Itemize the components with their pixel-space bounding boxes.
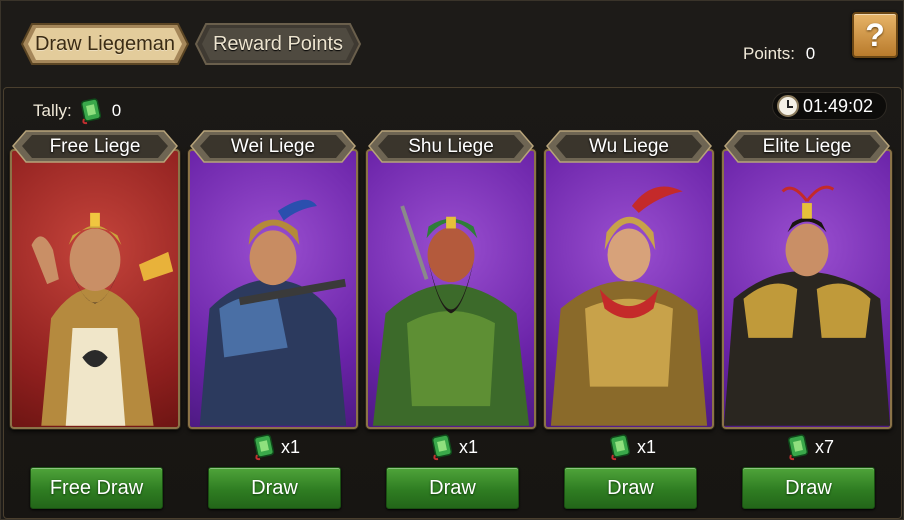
card-title: Wei Liege <box>230 135 316 157</box>
free-liege-portrait <box>12 151 178 427</box>
card-title: Shu Liege <box>408 135 494 157</box>
elite-liege-portrait <box>724 151 890 427</box>
countdown-timer: 01:49:02 <box>772 92 887 120</box>
wu-liege-portrait <box>546 151 712 427</box>
clock-icon <box>777 95 799 117</box>
tally-value: 0 <box>111 101 122 120</box>
jade-tally-icon <box>78 97 104 125</box>
banner-elite-liege: Elite Liege <box>724 130 890 163</box>
cost-wei-liege: x1 <box>251 433 300 461</box>
wu-draw-button[interactable]: Draw <box>564 467 697 509</box>
button-label: Draw <box>785 476 832 499</box>
card-title: Wu Liege <box>589 135 669 157</box>
cost-value: x1 <box>281 436 301 457</box>
question-mark-icon: ? <box>865 16 885 53</box>
wei-liege-portrait <box>190 151 356 427</box>
cost-value: x1 <box>637 436 657 457</box>
card-elite-liege[interactable] <box>722 149 892 429</box>
card-title: Free Liege <box>49 135 141 157</box>
card-wu-liege[interactable] <box>544 149 714 429</box>
wei-draw-button[interactable]: Draw <box>208 467 341 509</box>
shu-liege-portrait <box>368 151 534 427</box>
jade-tally-icon <box>251 433 277 461</box>
jade-tally-icon <box>785 433 811 461</box>
cost-wu-liege: x1 <box>607 433 656 461</box>
tab-draw-liegeman[interactable]: Draw Liegeman <box>20 22 190 66</box>
card-shu-liege[interactable] <box>366 149 536 429</box>
banner-free-liege: Free Liege <box>12 130 178 163</box>
banner-wei-liege: Wei Liege <box>190 130 356 163</box>
button-label: Draw <box>251 476 298 499</box>
tab-reward-points[interactable]: Reward Points <box>194 22 362 66</box>
shu-draw-button[interactable]: Draw <box>386 467 519 509</box>
card-title: Elite Liege <box>762 135 852 157</box>
tally-display: Tally: 0 <box>33 97 121 125</box>
cost-elite-liege: x7 <box>785 433 834 461</box>
points-label: Points: <box>743 44 795 63</box>
card-wei-liege[interactable] <box>188 149 358 429</box>
cost-value: x7 <box>815 436 835 457</box>
card-free-liege[interactable] <box>10 149 180 429</box>
button-label: Draw <box>607 476 654 499</box>
tally-label: Tally: <box>33 101 72 120</box>
points-value: 0 <box>805 44 816 63</box>
jade-tally-icon <box>607 433 633 461</box>
free-draw-button[interactable]: Free Draw <box>30 467 163 509</box>
draw-liegeman-window: Draw Liegeman Reward Points ? Points: 0 … <box>0 0 904 520</box>
banner-shu-liege: Shu Liege <box>368 130 534 163</box>
banner-wu-liege: Wu Liege <box>546 130 712 163</box>
tab-reward-points-label: Reward Points <box>212 32 344 55</box>
button-label: Draw <box>429 476 476 499</box>
help-button[interactable]: ? <box>852 12 898 58</box>
cost-value: x1 <box>459 436 479 457</box>
cost-shu-liege: x1 <box>429 433 478 461</box>
jade-tally-icon <box>429 433 455 461</box>
button-label: Free Draw <box>49 476 144 499</box>
elite-draw-button[interactable]: Draw <box>742 467 875 509</box>
timer-value: 01:49:02 <box>803 95 874 116</box>
tab-draw-liegeman-label: Draw Liegeman <box>34 32 176 55</box>
points-display: Points: 0 <box>743 44 815 64</box>
